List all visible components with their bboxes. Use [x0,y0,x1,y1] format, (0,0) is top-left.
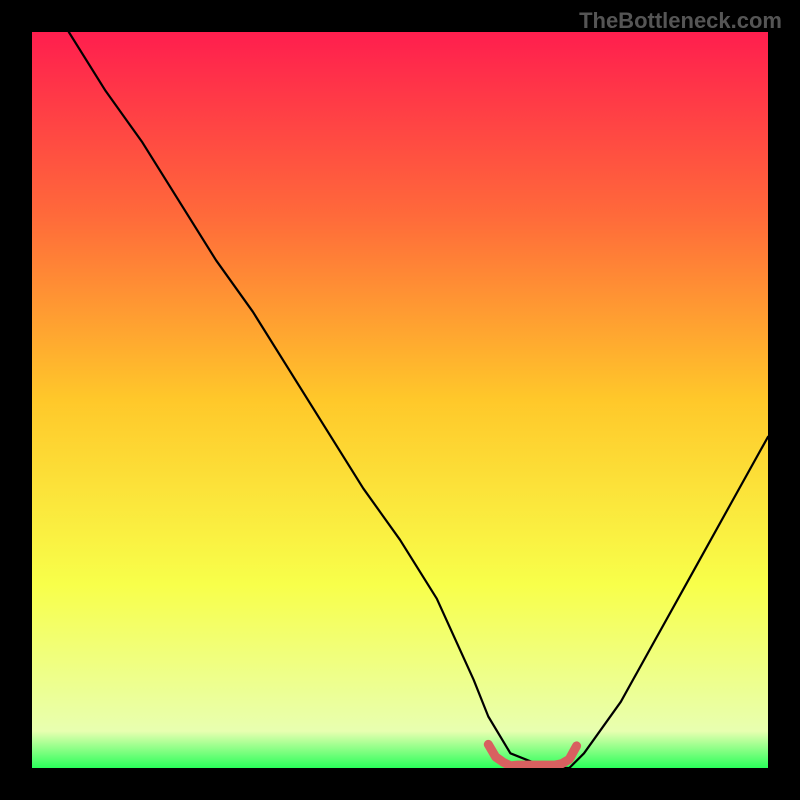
chart-svg [32,32,768,768]
chart-plot-area [32,32,768,768]
watermark-text: TheBottleneck.com [579,8,782,34]
